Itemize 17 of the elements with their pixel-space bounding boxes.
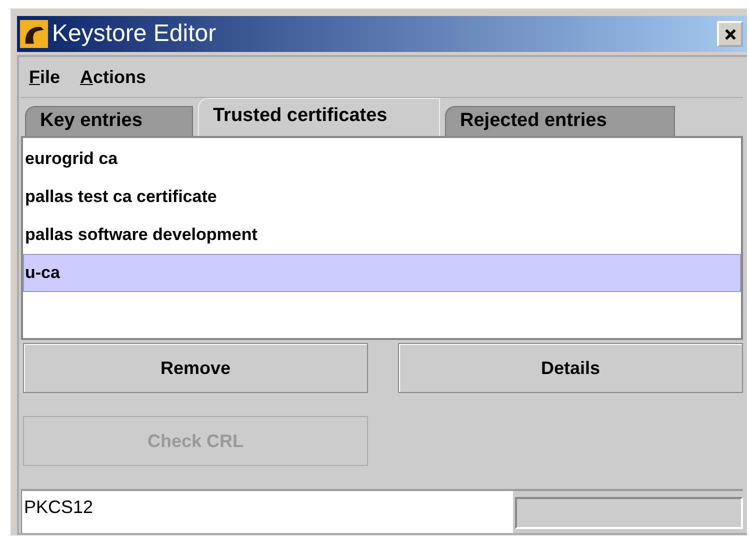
menu-item[interactable]: File bbox=[29, 66, 60, 88]
window-title: Keystore Editor bbox=[52, 20, 218, 48]
close-icon bbox=[724, 28, 736, 40]
close-button[interactable] bbox=[717, 21, 743, 47]
list-item[interactable]: pallas test ca certificate bbox=[23, 178, 741, 216]
tab[interactable]: Rejected entries bbox=[445, 106, 675, 136]
app-icon bbox=[20, 20, 48, 48]
menu-item[interactable]: Actions bbox=[80, 66, 146, 88]
status-field: PKCS12 bbox=[21, 491, 513, 533]
list-item[interactable]: eurogrid ca bbox=[23, 140, 741, 178]
tab[interactable]: Key entries bbox=[25, 106, 193, 136]
action-button[interactable]: Details bbox=[398, 343, 743, 393]
list-item[interactable]: pallas software development bbox=[23, 216, 741, 254]
certificate-list[interactable]: eurogrid ca pallas test ca certificate pallas software development u-ca bbox=[21, 136, 743, 340]
list-item[interactable]: u-ca bbox=[23, 254, 741, 292]
action-button[interactable]: Remove bbox=[23, 343, 368, 393]
tab[interactable]: Trusted certificates bbox=[198, 98, 440, 136]
